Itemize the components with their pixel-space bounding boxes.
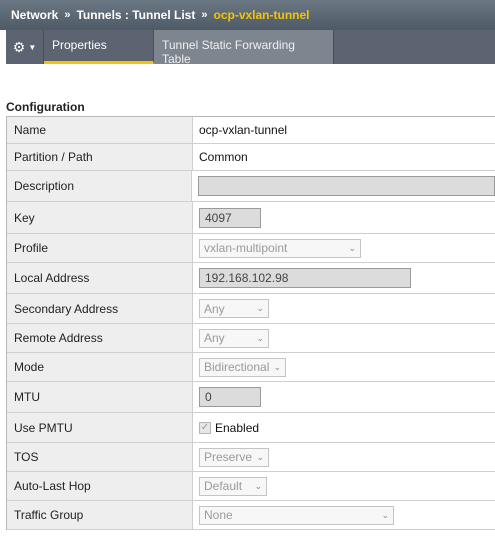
- row-secondary-address: Secondary Address Any ⌄: [7, 294, 495, 324]
- row-tos: TOS Preserve ⌄: [7, 443, 495, 472]
- auto-last-hop-select-value: Default: [204, 479, 243, 493]
- field-label: Key: [7, 202, 193, 233]
- field-label: Local Address: [7, 263, 193, 293]
- gear-menu-button[interactable]: ⚙ ▼: [6, 30, 44, 64]
- row-profile: Profile vxlan-multipoint ⌄: [7, 234, 495, 263]
- breadcrumb-separator: »: [64, 9, 71, 21]
- key-field[interactable]: 4097: [199, 207, 261, 228]
- row-remote-address: Remote Address Any ⌄: [7, 324, 495, 353]
- section-title-configuration: Configuration: [6, 100, 85, 114]
- mode-select-value: Bidirectional: [204, 360, 270, 374]
- row-name: Name ocp-vxlan-tunnel: [7, 117, 495, 144]
- chevron-down-icon: ⌄: [254, 480, 262, 491]
- field-label: Remote Address: [7, 324, 193, 352]
- field-label: Description: [7, 171, 192, 201]
- field-label: Name: [7, 117, 193, 143]
- row-traffic-group: Traffic Group None ⌄: [7, 501, 495, 530]
- field-label: Auto-Last Hop: [7, 472, 193, 500]
- description-field[interactable]: [198, 176, 495, 196]
- tab-tunnel-static-forwarding-table[interactable]: Tunnel Static Forwarding Table: [154, 30, 334, 66]
- field-label: Traffic Group: [7, 501, 193, 529]
- chevron-down-icon: ⌄: [348, 242, 356, 253]
- profile-select-value: vxlan-multipoint: [204, 241, 288, 255]
- profile-select[interactable]: vxlan-multipoint ⌄: [199, 238, 361, 258]
- field-label: Secondary Address: [7, 294, 193, 323]
- traffic-group-select-value: None: [204, 508, 233, 522]
- chevron-down-icon: ⌄: [256, 303, 264, 313]
- field-label: Mode: [7, 353, 193, 381]
- traffic-group-select[interactable]: None ⌄: [199, 505, 394, 525]
- name-value: ocp-vxlan-tunnel: [199, 123, 288, 137]
- chevron-down-icon: ⌄: [256, 451, 264, 462]
- row-partition: Partition / Path Common: [7, 144, 495, 171]
- field-label: Profile: [7, 234, 193, 262]
- auto-last-hop-select[interactable]: Default ⌄: [199, 476, 267, 496]
- row-description: Description: [7, 171, 495, 202]
- field-label: Partition / Path: [7, 144, 193, 170]
- tos-select-value: Preserve: [204, 450, 253, 464]
- breadcrumb-network[interactable]: Network: [11, 8, 58, 22]
- secondary-address-select[interactable]: Any ⌄: [199, 299, 269, 318]
- remote-address-select-value: Any: [204, 331, 225, 345]
- secondary-address-select-value: Any: [204, 301, 225, 316]
- mode-select[interactable]: Bidirectional ⌄: [199, 357, 286, 377]
- row-local-address: Local Address 192.168.102.98: [7, 263, 495, 294]
- tab-bar: ⚙ ▼ Properties Tunnel Static Forwarding …: [6, 30, 495, 66]
- row-key: Key 4097: [7, 202, 495, 234]
- configuration-table: Name ocp-vxlan-tunnel Partition / Path C…: [6, 116, 495, 530]
- tab-properties[interactable]: Properties: [44, 30, 154, 64]
- chevron-down-icon: ⌄: [273, 361, 281, 372]
- field-label: MTU: [7, 382, 193, 412]
- partition-value: Common: [199, 150, 248, 164]
- mtu-field[interactable]: 0: [199, 387, 261, 407]
- chevron-down-icon: ▼: [28, 42, 37, 52]
- row-use-pmtu: Use PMTU ✓ Enabled: [7, 413, 495, 443]
- row-auto-last-hop: Auto-Last Hop Default ⌄: [7, 472, 495, 501]
- breadcrumb-tunnel-list[interactable]: Tunnels : Tunnel List: [76, 8, 195, 22]
- tos-select[interactable]: Preserve ⌄: [199, 447, 269, 467]
- chevron-down-icon: ⌄: [381, 509, 389, 520]
- breadcrumb-separator: »: [201, 9, 208, 21]
- use-pmtu-label: Enabled: [215, 420, 260, 435]
- use-pmtu-checkbox[interactable]: ✓: [199, 421, 211, 434]
- gear-icon: ⚙: [12, 38, 26, 55]
- breadcrumb-current: ocp-vxlan-tunnel: [213, 8, 310, 22]
- field-label: Use PMTU: [7, 413, 193, 442]
- breadcrumb: Network » Tunnels : Tunnel List » ocp-vx…: [0, 0, 495, 30]
- chevron-down-icon: ⌄: [256, 332, 264, 343]
- row-mode: Mode Bidirectional ⌄: [7, 353, 495, 382]
- local-address-field[interactable]: 192.168.102.98: [199, 268, 411, 288]
- remote-address-select[interactable]: Any ⌄: [199, 328, 269, 348]
- field-label: TOS: [7, 443, 193, 471]
- row-mtu: MTU 0: [7, 382, 495, 413]
